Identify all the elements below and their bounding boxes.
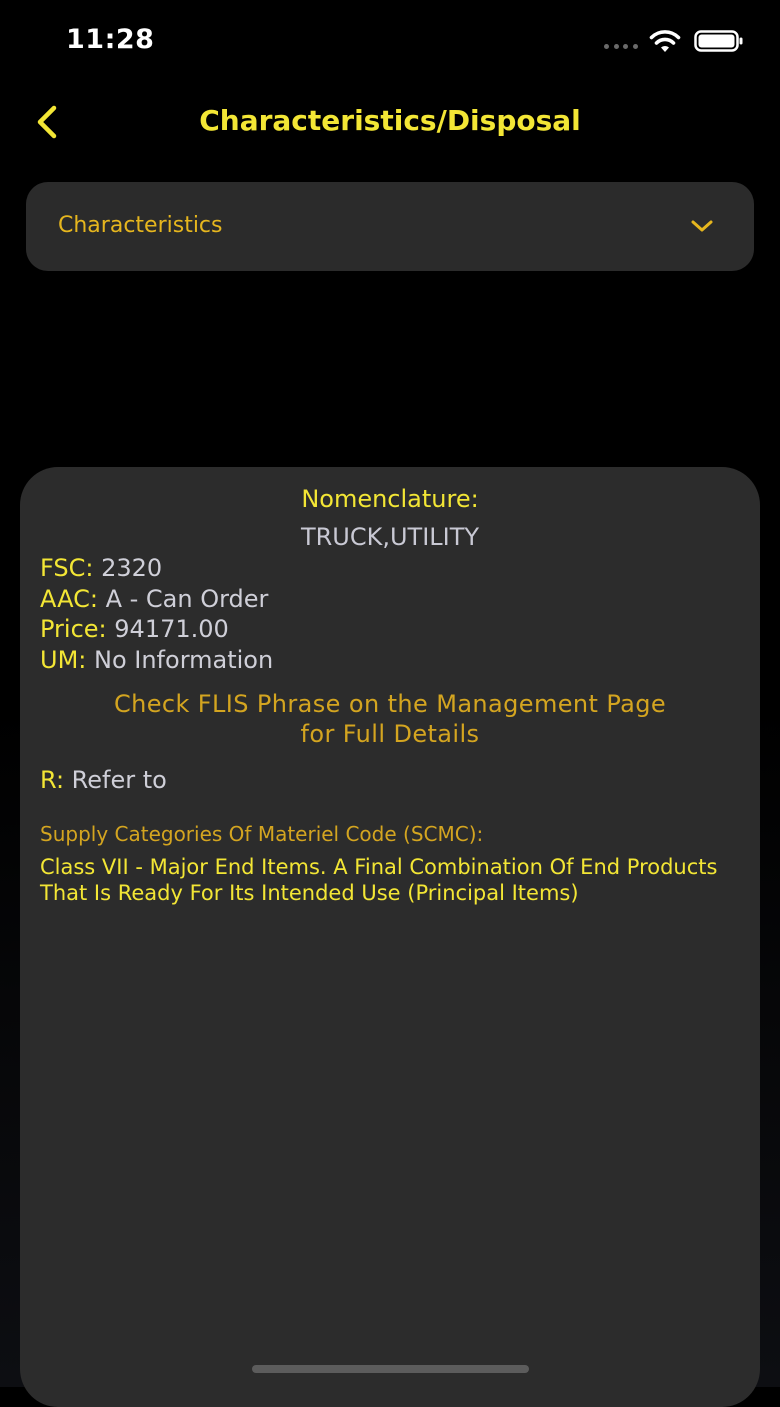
section-dropdown[interactable]: Characteristics	[26, 182, 754, 271]
nomenclature-label: Nomenclature:	[301, 485, 479, 513]
field-row-price: Price: 94171.00	[40, 614, 273, 645]
field-key: R:	[40, 766, 65, 794]
status-bar: 11:28	[0, 0, 780, 80]
chevron-down-icon	[691, 220, 713, 232]
home-indicator	[252, 1365, 529, 1373]
details-card: Nomenclature: TRUCK,UTILITY FSC: 2320 AA…	[20, 467, 760, 1407]
field-row-r: R: Refer to	[40, 766, 167, 794]
field-row-um: UM: No Information	[40, 645, 273, 676]
dropdown-selected-label: Characteristics	[58, 213, 223, 238]
field-row-fsc: FSC: 2320	[40, 553, 273, 584]
scmc-heading: Supply Categories Of Materiel Code (SCMC…	[40, 822, 484, 846]
scmc-value: Class VII - Major End Items. A Final Com…	[40, 855, 718, 905]
page-title: Characteristics/Disposal	[199, 104, 581, 137]
wifi-icon	[649, 30, 681, 52]
field-key: FSC:	[40, 554, 94, 582]
field-value: 94171.00	[114, 615, 229, 643]
flis-note-line: Check FLIS Phrase on the Management Page	[113, 690, 667, 718]
field-key: Price:	[40, 615, 107, 643]
field-list: FSC: 2320 AAC: A - Can Order Price: 9417…	[40, 553, 273, 675]
field-value: No Information	[94, 645, 274, 674]
battery-icon	[694, 30, 743, 52]
flis-note-line: for Full Details	[300, 720, 480, 748]
field-value: Refer to	[71, 766, 167, 794]
signal-dots-icon	[604, 44, 638, 49]
nomenclature-value: TRUCK,UTILITY	[300, 523, 480, 551]
field-key: AAC:	[40, 584, 98, 613]
field-value: A - Can Order	[105, 584, 269, 613]
field-row-aac: AAC: A - Can Order	[40, 584, 273, 615]
field-value: 2320	[101, 554, 163, 582]
flis-note: Check FLIS Phrase on the Management Page…	[20, 689, 760, 749]
field-key: UM:	[40, 645, 87, 674]
status-time: 11:28	[66, 24, 155, 55]
